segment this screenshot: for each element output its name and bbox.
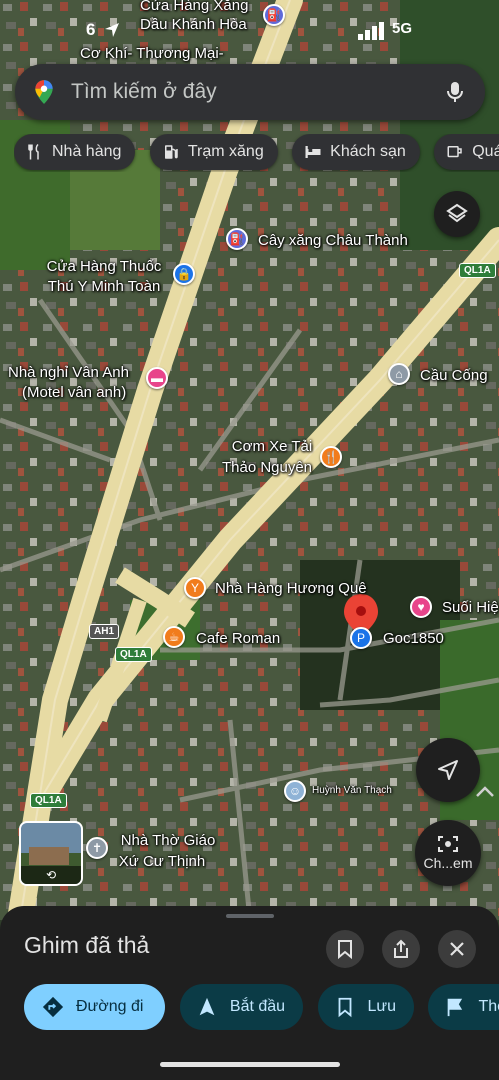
road-shield-ql1a-mid: QL1A — [115, 647, 152, 662]
label-user-name[interactable]: Huỳnh Văn Thạch — [312, 785, 392, 797]
my-location-button[interactable] — [416, 738, 480, 802]
chip-gas-stations[interactable]: Trạm xăng — [149, 134, 278, 170]
label-cafe-roman[interactable]: Cafe Roman — [196, 630, 280, 648]
directions-label: Đường đi — [76, 998, 144, 1015]
drag-handle[interactable] — [226, 914, 274, 918]
label-motel[interactable]: (Motel vân anh) — [22, 384, 126, 402]
location-arrow-icon — [105, 23, 119, 37]
share-button[interactable] — [382, 930, 420, 968]
chip-label: Trạm xăng — [187, 143, 264, 160]
add-label-button[interactable]: Thêm — [428, 984, 499, 1030]
close-icon — [450, 942, 464, 956]
label-xu-cu-thinh[interactable]: Xứ Cư Thịnh — [110, 853, 214, 871]
bed-icon — [305, 146, 321, 158]
directions-button[interactable]: Đường đi — [24, 984, 166, 1030]
gas-pump-icon — [164, 145, 178, 159]
start-label: Bắt đầu — [229, 998, 286, 1015]
layers-button[interactable] — [434, 191, 480, 237]
label-co-khi[interactable]: Cơ Khí- Thương Mại- — [80, 45, 224, 63]
gas-station-icon[interactable]: ⛽ — [226, 228, 248, 250]
rotate-360-icon: ⟲ — [21, 866, 81, 884]
road-shield-ah1: AH1 — [89, 624, 120, 639]
fork-knife-icon — [28, 143, 39, 160]
bookmark-icon — [338, 997, 351, 1018]
label-thu-y[interactable]: Thú Y Minh Toàn — [42, 278, 166, 296]
home-indicator — [160, 1062, 340, 1067]
chevron-up-icon[interactable] — [474, 782, 496, 802]
signal-bars-icon — [358, 22, 384, 40]
close-button[interactable] — [438, 930, 476, 968]
chip-label: Quán — [472, 143, 499, 160]
street-view-thumbnail[interactable]: ⟲ — [19, 821, 83, 886]
save-label: Lưu — [367, 998, 397, 1015]
chip-restaurants[interactable]: Nhà hàng — [14, 134, 136, 170]
category-chips: Nhà hàng Trạm xăng Khách sạn Quán — [14, 134, 499, 172]
navigation-icon — [199, 997, 215, 1016]
street-view-label: Ch...em — [423, 855, 473, 871]
status-bar: 6 5G — [0, 14, 499, 44]
bookmark-icon — [338, 940, 352, 959]
network-type: 5G — [392, 20, 413, 37]
shop-icon[interactable]: 🔒 — [173, 263, 195, 285]
sheet-title: Ghim đã thả — [24, 932, 150, 958]
save-button[interactable]: Lưu — [317, 984, 415, 1030]
street-view-button[interactable]: Ch...em — [415, 820, 481, 886]
directions-icon — [42, 996, 64, 1018]
bridge-icon[interactable]: ⌂ — [388, 363, 410, 385]
add-label: Thêm — [478, 998, 499, 1015]
road-shield-ql1a-bottom: QL1A — [30, 793, 67, 808]
heart-icon[interactable]: ♥ — [410, 596, 432, 618]
flag-icon — [448, 998, 463, 1017]
coffee-cup-icon — [447, 146, 462, 158]
restaurant-icon[interactable]: 🍴 — [320, 446, 342, 468]
layers-icon — [446, 203, 468, 223]
bookmark-button[interactable] — [326, 930, 364, 968]
label-cay-xang[interactable]: Cây xăng Châu Thành — [258, 232, 408, 250]
church-icon[interactable]: ✝ — [86, 837, 108, 859]
place-bottom-sheet[interactable]: Ghim đã thả Đường đi Bắt đầu Lưu Thêm — [0, 906, 499, 1080]
status-time: 6 — [86, 20, 96, 39]
label-nha-tho[interactable]: Nhà Thờ Giáo — [116, 832, 220, 850]
search-bar[interactable]: Tìm kiếm ở đây — [15, 64, 485, 120]
label-cau-cong[interactable]: Cầu Cống — [420, 367, 488, 385]
road-shield-ql1a: QL1A — [459, 263, 496, 278]
hotel-icon[interactable]: ▬ — [146, 367, 168, 389]
microphone-icon[interactable] — [443, 80, 467, 104]
google-maps-pin-icon — [35, 80, 53, 104]
label-goc1850[interactable]: Goc1850 — [383, 630, 444, 648]
action-buttons: Đường đi Bắt đầu Lưu Thêm — [24, 984, 499, 1032]
start-button[interactable]: Bắt đầu — [179, 984, 304, 1030]
label-cua-hang-xang[interactable]: Cửa Hàng Xăng — [140, 0, 248, 15]
search-input[interactable]: Tìm kiếm ở đây — [71, 80, 443, 104]
label-cua-hang-thuoc[interactable]: Cửa Hàng Thuốc — [42, 258, 166, 276]
chip-label: Nhà hàng — [52, 143, 122, 160]
label-suoi[interactable]: Suối Hiệ — [442, 599, 499, 617]
parking-icon[interactable]: P — [350, 627, 372, 649]
user-avatar-icon[interactable]: ☺ — [284, 780, 306, 802]
cafe-icon[interactable]: ☕ — [163, 626, 185, 648]
chip-label: Khách sạn — [330, 143, 406, 160]
label-com-xe-tai[interactable]: Cơm Xe Tải — [222, 438, 322, 456]
chip-cafes[interactable]: Quán — [434, 134, 499, 170]
label-nha-hang-huong-que[interactable]: Nhà Hàng Hương Quê — [215, 580, 367, 598]
label-nha-nghi[interactable]: Nhà nghỉ Vân Anh — [8, 364, 129, 382]
bar-icon[interactable]: Y — [184, 577, 206, 599]
label-thao-nguyen[interactable]: Thảo Nguyên — [212, 459, 322, 477]
navigation-arrow-icon — [438, 760, 458, 780]
camera-frame-icon — [438, 836, 458, 852]
chip-hotels[interactable]: Khách sạn — [292, 134, 420, 170]
share-icon — [394, 939, 408, 958]
